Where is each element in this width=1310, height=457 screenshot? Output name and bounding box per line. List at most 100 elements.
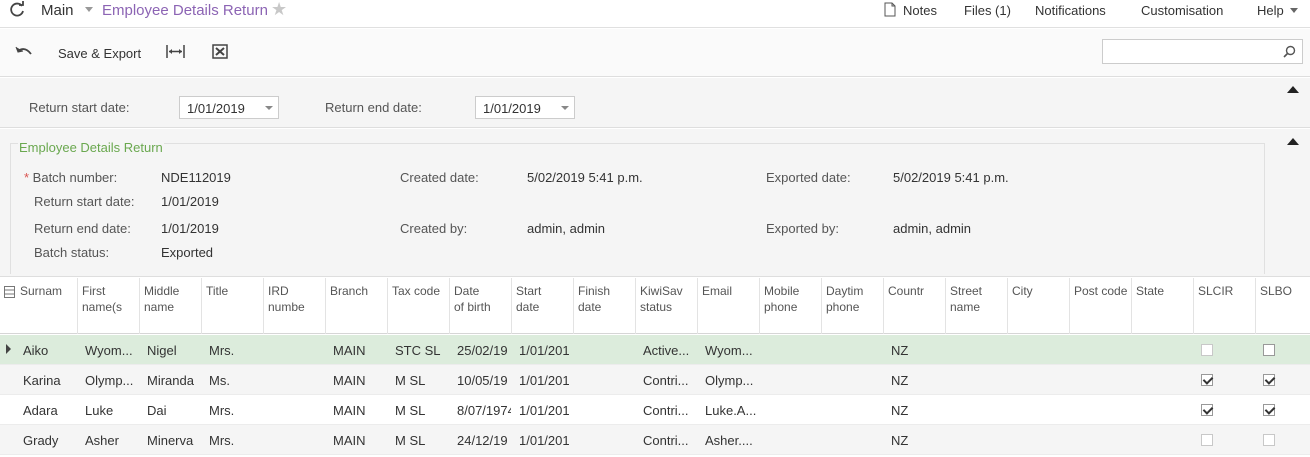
search-input[interactable] xyxy=(1102,39,1303,64)
fit-to-screen-icon[interactable] xyxy=(166,44,185,59)
cell-email[interactable]: Wyom... xyxy=(699,335,759,365)
cell-start-date[interactable]: 1/01/201 xyxy=(513,335,573,365)
cell-kiwisaver-status[interactable]: Contri... xyxy=(637,425,697,455)
chevron-down-icon[interactable] xyxy=(1290,8,1298,13)
column-header-branch[interactable]: Branch xyxy=(326,278,388,334)
column-header-street-name[interactable]: Street name xyxy=(946,278,1008,334)
export-excel-icon[interactable] xyxy=(212,44,228,59)
cell-surname[interactable]: Karina xyxy=(17,365,77,395)
cell-middle-name[interactable]: Minerva xyxy=(141,425,201,455)
cell-kiwisaver-status[interactable]: Active... xyxy=(637,335,697,365)
column-config-icon[interactable] xyxy=(4,286,15,298)
column-header-finish-date[interactable]: Finish date xyxy=(574,278,636,334)
note-icon[interactable] xyxy=(884,2,896,17)
cell-surname[interactable]: Aiko xyxy=(17,335,77,365)
checkbox-slbo[interactable] xyxy=(1263,434,1275,446)
checkbox-slbo[interactable] xyxy=(1263,404,1275,416)
column-header-email[interactable]: Email xyxy=(698,278,760,334)
notifications-link[interactable]: Notifications xyxy=(1035,3,1106,18)
return-start-date-select[interactable]: 1/01/2019 xyxy=(179,96,279,119)
cell-tax-code[interactable]: M SL xyxy=(389,425,449,455)
cell-branch[interactable]: MAIN xyxy=(327,425,387,455)
cell-branch[interactable]: MAIN xyxy=(327,365,387,395)
column-header-country[interactable]: Countr xyxy=(884,278,946,334)
star-icon[interactable]: ★ xyxy=(271,0,287,18)
column-header-state[interactable]: State xyxy=(1132,278,1194,334)
column-header-mobile-phone[interactable]: Mobile phone xyxy=(760,278,822,334)
cell-title[interactable]: Mrs. xyxy=(203,395,263,425)
cell-title[interactable]: Mrs. xyxy=(203,425,263,455)
table-row[interactable]: Aiko Wyom... Nigel Mrs. MAIN STC SL 25/0… xyxy=(0,335,1310,365)
cell-title[interactable]: Mrs. xyxy=(203,335,263,365)
column-header-middle-name[interactable]: Middle name xyxy=(140,278,202,334)
cell-country[interactable]: NZ xyxy=(885,425,945,455)
return-end-date-select[interactable]: 1/01/2019 xyxy=(475,96,575,119)
cell-date-of-birth[interactable]: 24/12/19 xyxy=(451,425,511,455)
notes-link[interactable]: Notes xyxy=(903,3,937,18)
cell-start-date[interactable]: 1/01/201 xyxy=(513,425,573,455)
chevron-down-icon[interactable] xyxy=(265,106,273,110)
cell-surname[interactable]: Grady xyxy=(17,425,77,455)
help-link[interactable]: Help xyxy=(1257,3,1284,18)
checkbox-slcir[interactable] xyxy=(1201,434,1213,446)
table-row[interactable]: Karina Olymp... Miranda Ms. MAIN M SL 10… xyxy=(0,365,1310,395)
undo-icon[interactable] xyxy=(15,45,33,59)
cell-tax-code[interactable]: STC SL xyxy=(389,335,449,365)
collapse-form-icon[interactable] xyxy=(1287,138,1299,145)
cell-tax-code[interactable]: M SL xyxy=(389,365,449,395)
checkbox-slcir[interactable] xyxy=(1201,404,1213,416)
collapse-filter-icon[interactable] xyxy=(1287,86,1299,93)
cell-surname[interactable]: Adara xyxy=(17,395,77,425)
column-header-post-code[interactable]: Post code xyxy=(1070,278,1132,334)
column-header-start-date[interactable]: Start date xyxy=(512,278,574,334)
column-header-slbo[interactable]: SLBO xyxy=(1256,278,1310,334)
cell-tax-code[interactable]: M SL xyxy=(389,395,449,425)
column-header-daytime-phone[interactable]: Daytim phone xyxy=(822,278,884,334)
search-icon[interactable] xyxy=(1283,45,1296,58)
column-header-title[interactable]: Title xyxy=(202,278,264,334)
batch-number-value[interactable]: NDE112019 xyxy=(161,170,231,185)
cell-first-names[interactable]: Olymp... xyxy=(79,365,139,395)
cell-country[interactable]: NZ xyxy=(885,335,945,365)
column-header-first-names[interactable]: First name(s xyxy=(78,278,140,334)
cell-date-of-birth[interactable]: 10/05/19 xyxy=(451,365,511,395)
cell-middle-name[interactable]: Miranda xyxy=(141,365,201,395)
cell-middle-name[interactable]: Dai xyxy=(141,395,201,425)
chevron-down-icon[interactable] xyxy=(85,7,93,12)
cell-branch[interactable]: MAIN xyxy=(327,395,387,425)
cell-country[interactable]: NZ xyxy=(885,365,945,395)
column-header-date-of-birth[interactable]: Date of birth xyxy=(450,278,512,334)
breadcrumb-main[interactable]: Main xyxy=(41,2,74,19)
cell-first-names[interactable]: Wyom... xyxy=(79,335,139,365)
column-header-kiwisaver-status[interactable]: KiwiSav status xyxy=(636,278,698,334)
checkbox-slcir[interactable] xyxy=(1201,344,1213,356)
cell-start-date[interactable]: 1/01/201 xyxy=(513,365,573,395)
checkbox-slbo[interactable] xyxy=(1263,344,1275,356)
cell-date-of-birth[interactable]: 25/02/19 xyxy=(451,335,511,365)
column-header-ird-number[interactable]: IRD numbe xyxy=(264,278,326,334)
column-header-city[interactable]: City xyxy=(1008,278,1070,334)
cell-branch[interactable]: MAIN xyxy=(327,335,387,365)
column-header-slcir[interactable]: SLCIR xyxy=(1194,278,1256,334)
cell-date-of-birth[interactable]: 8/07/1974 xyxy=(451,395,511,425)
cell-start-date[interactable]: 1/01/201 xyxy=(513,395,573,425)
cell-country[interactable]: NZ xyxy=(885,395,945,425)
checkbox-slbo[interactable] xyxy=(1263,374,1275,386)
customisation-link[interactable]: Customisation xyxy=(1141,3,1223,18)
cell-title[interactable]: Ms. xyxy=(203,365,263,395)
cell-email[interactable]: Asher.... xyxy=(699,425,759,455)
cell-middle-name[interactable]: Nigel xyxy=(141,335,201,365)
checkbox-slcir[interactable] xyxy=(1201,374,1213,386)
cell-email[interactable]: Olymp... xyxy=(699,365,759,395)
cell-first-names[interactable]: Asher xyxy=(79,425,139,455)
column-header-tax-code[interactable]: Tax code xyxy=(388,278,450,334)
save-export-button[interactable]: Save & Export xyxy=(58,46,141,61)
cell-email[interactable]: Luke.A... xyxy=(699,395,759,425)
refresh-icon[interactable] xyxy=(8,1,26,19)
table-row[interactable]: Grady Asher Minerva Mrs. MAIN M SL 24/12… xyxy=(0,425,1310,455)
cell-first-names[interactable]: Luke xyxy=(79,395,139,425)
files-link[interactable]: Files (1) xyxy=(964,3,1011,18)
chevron-down-icon[interactable] xyxy=(561,106,569,110)
cell-kiwisaver-status[interactable]: Contri... xyxy=(637,395,697,425)
table-row[interactable]: Adara Luke Dai Mrs. MAIN M SL 8/07/1974 … xyxy=(0,395,1310,425)
